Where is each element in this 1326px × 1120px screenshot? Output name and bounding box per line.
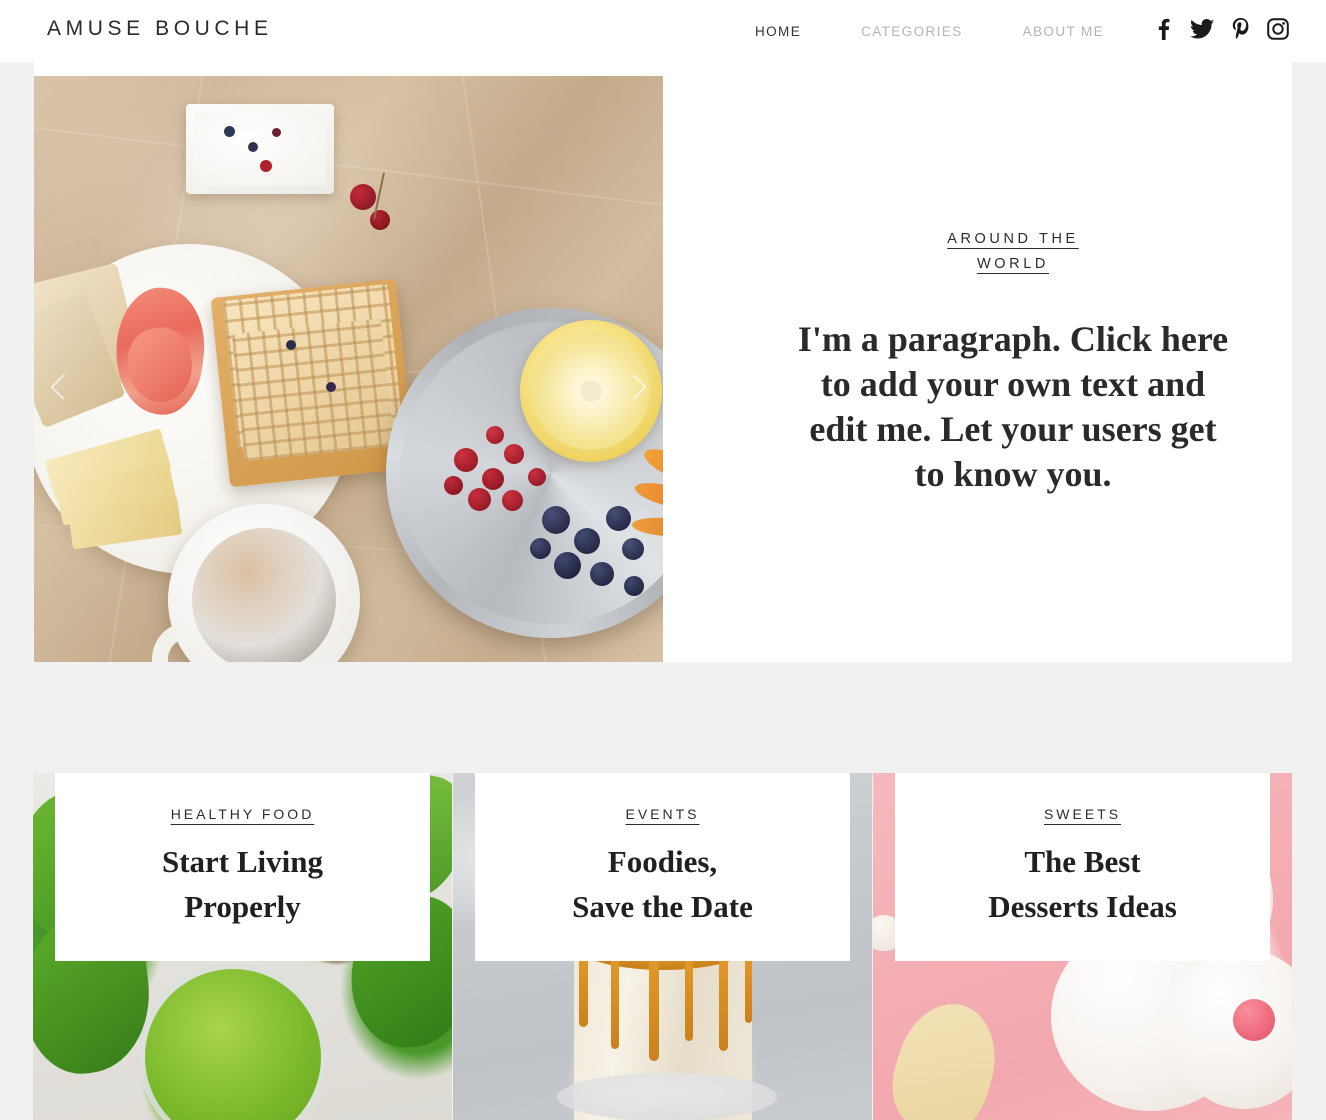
social-links xyxy=(1152,16,1290,42)
hero-paragraph: I'm a paragraph. Click here to add your … xyxy=(797,319,1229,494)
hero-image xyxy=(34,76,663,662)
site-logo[interactable]: AMUSE BOUCHE xyxy=(47,17,273,41)
twitter-icon[interactable] xyxy=(1190,16,1214,42)
facebook-icon[interactable] xyxy=(1152,16,1176,42)
post-card-category[interactable]: SWEETS xyxy=(1044,806,1121,822)
post-card-healthy-food[interactable]: HEALTHY FOOD Start Living Properly xyxy=(33,715,452,1120)
post-card-category[interactable]: EVENTS xyxy=(625,806,699,822)
nav-item-about-me[interactable]: ABOUT ME xyxy=(1023,24,1104,39)
post-card-events[interactable]: EVENTS Foodies, Save the Date xyxy=(453,715,872,1120)
post-card-title[interactable]: Foodies, Save the Date xyxy=(572,839,753,929)
hero-eyebrow[interactable]: AROUND THE WORLD xyxy=(913,227,1113,277)
post-card-title[interactable]: The Best Desserts Ideas xyxy=(988,839,1177,929)
post-card-image: HEALTHY FOOD Start Living Properly xyxy=(33,773,452,1120)
post-card-sweets[interactable]: SWEETS The Best Desserts Ideas xyxy=(873,715,1292,1120)
site-header: AMUSE BOUCHE HOME CATEGORIES ABOUT ME xyxy=(0,0,1326,62)
featured-posts: HEALTHY FOOD Start Living Properly EVENT… xyxy=(0,715,1326,1120)
instagram-icon[interactable] xyxy=(1266,16,1290,42)
post-card-plate: SWEETS The Best Desserts Ideas xyxy=(895,773,1270,961)
main-navigation: HOME CATEGORIES ABOUT ME xyxy=(755,24,1104,39)
post-card-category[interactable]: HEALTHY FOOD xyxy=(171,806,315,822)
post-card-plate: HEALTHY FOOD Start Living Properly xyxy=(55,773,430,961)
hero-text-panel: AROUND THE WORLD I'm a paragraph. Click … xyxy=(734,62,1292,662)
nav-item-home[interactable]: HOME xyxy=(755,24,801,39)
post-card-image: SWEETS The Best Desserts Ideas xyxy=(873,773,1292,1120)
hero-section: AROUND THE WORLD I'm a paragraph. Click … xyxy=(34,62,1292,662)
post-card-plate: EVENTS Foodies, Save the Date xyxy=(475,773,850,961)
post-card-image: EVENTS Foodies, Save the Date xyxy=(453,773,872,1120)
pinterest-icon[interactable] xyxy=(1228,16,1252,42)
post-card-title[interactable]: Start Living Properly xyxy=(162,839,323,929)
nav-item-categories[interactable]: CATEGORIES xyxy=(861,24,963,39)
